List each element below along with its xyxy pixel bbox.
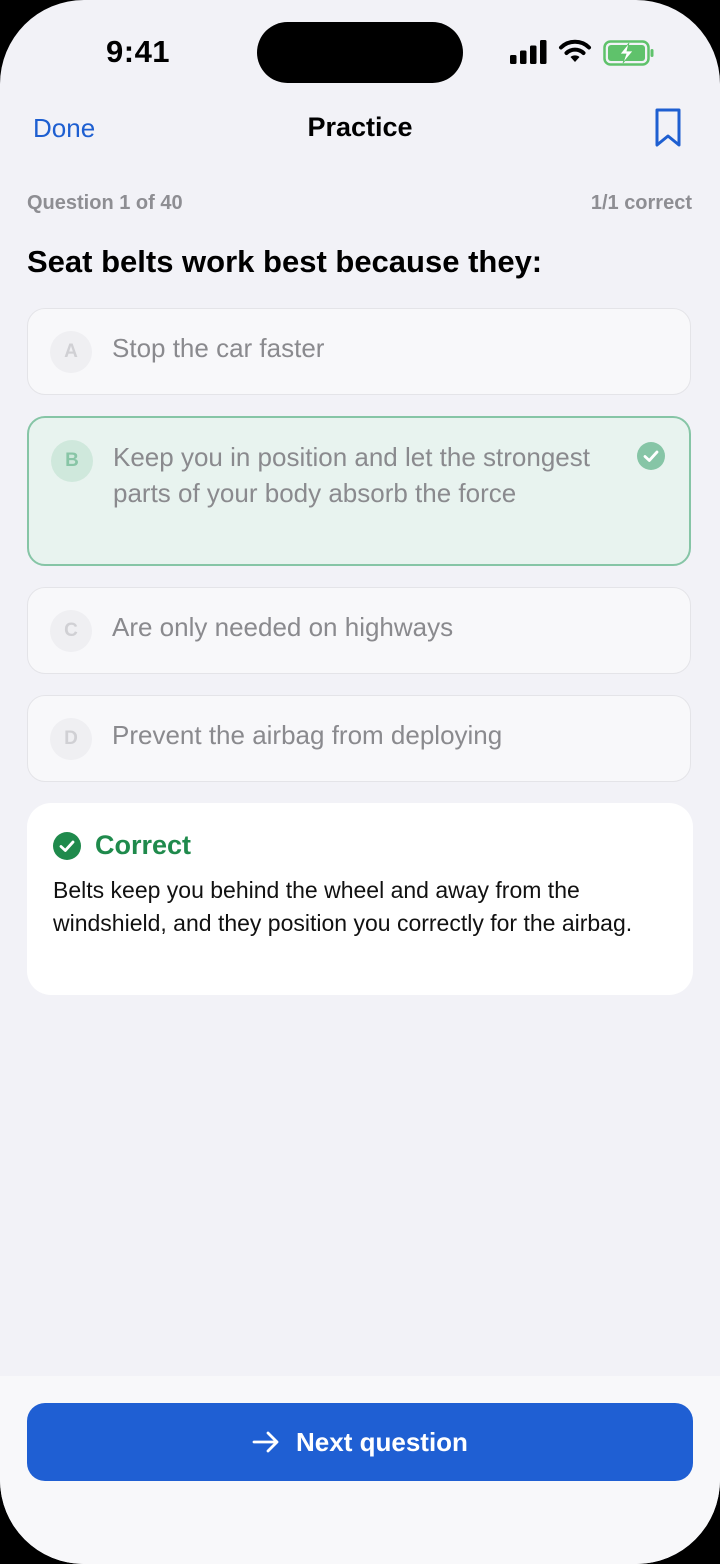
option-letter: B (51, 440, 93, 482)
checkmark-circle-icon (53, 832, 81, 860)
arrow-right-icon (252, 1431, 279, 1453)
option-letter: D (50, 718, 92, 760)
option-letter: A (50, 331, 92, 373)
answer-option-d[interactable]: D Prevent the airbag from deploying (27, 695, 691, 782)
question-text: Seat belts work best because they: (27, 244, 543, 279)
option-letter: C (50, 610, 92, 652)
next-question-button[interactable]: Next question (27, 1403, 693, 1481)
battery-charging-icon (603, 40, 654, 66)
page-title: Practice (307, 112, 413, 142)
wifi-icon (559, 39, 591, 62)
option-label: Keep you in position and let the stronge… (113, 442, 590, 508)
status-time: 9:41 (106, 34, 171, 69)
answer-option-b[interactable]: B Keep you in position and let the stron… (27, 416, 691, 566)
option-label: Are only needed on highways (112, 612, 454, 642)
feedback-card: Correct Belts keep you behind the wheel … (27, 803, 693, 995)
signal-icon (510, 40, 547, 64)
answer-option-a[interactable]: A Stop the car faster (27, 308, 691, 395)
phone-screen: 9:41 Done Practice Question 1 of 40 1/1 … (0, 0, 720, 1564)
next-question-label: Next question (296, 1426, 468, 1457)
feedback-explanation: Belts keep you behind the wheel and away… (53, 877, 633, 936)
question-counter: Question 1 of 40 (27, 192, 183, 214)
option-label: Stop the car faster (112, 333, 325, 363)
option-label: Prevent the airbag from deploying (112, 720, 503, 750)
answer-option-c[interactable]: C Are only needed on highways (27, 587, 691, 674)
checkmark-circle-icon (637, 442, 665, 470)
dynamic-island (257, 22, 463, 83)
bookmark-icon[interactable] (654, 108, 682, 148)
score-label: 1/1 correct (590, 192, 692, 214)
feedback-title: Correct (95, 830, 192, 860)
